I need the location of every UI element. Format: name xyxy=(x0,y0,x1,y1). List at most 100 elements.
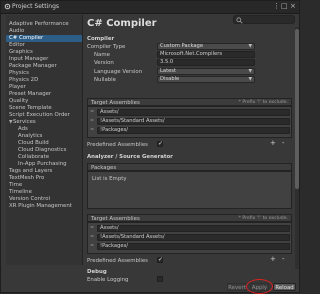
sidebar-item-label: In-App Purchasing xyxy=(18,161,67,167)
language-version-dropdown[interactable]: Latest ▼ xyxy=(157,68,255,75)
sidebar-item-label: Timeline xyxy=(9,189,32,195)
sidebar-item-label: Audio xyxy=(9,28,25,34)
sidebar-item-version-control[interactable]: Version Control xyxy=(6,196,82,203)
debug-section-header: Debug xyxy=(87,269,107,275)
sidebar-item-label: Time xyxy=(9,182,23,188)
sidebar-item-physics[interactable]: Physics xyxy=(6,70,82,77)
reload-button[interactable]: Reload xyxy=(273,283,296,291)
sidebar-item-label: C# Compiler xyxy=(9,35,44,41)
drag-handle-icon[interactable]: = xyxy=(90,243,94,249)
predefined-assemblies-label: Predefined Assemblies xyxy=(87,142,148,148)
target-assemblies-list: = Assets/ = !Assets/Standard Assets/ = !… xyxy=(87,106,292,138)
sidebar-item-collaborate[interactable]: Collaborate xyxy=(6,154,82,161)
drag-handle-icon[interactable]: = xyxy=(90,127,94,133)
enable-logging-checkbox[interactable] xyxy=(157,276,163,282)
sidebar-item-services[interactable]: ▼Services xyxy=(6,119,82,126)
sidebar-item-quality[interactable]: Quality xyxy=(6,98,82,105)
enable-logging-label: Enable Logging xyxy=(87,277,129,283)
chevron-down-icon: ▼ xyxy=(248,44,252,49)
exclude-hint: * Prefix '!' to exclude. xyxy=(238,216,288,221)
analyzer-target-assemblies-list: = Assets/ = !Assets/Standard Assets/ = !… xyxy=(87,222,292,254)
sidebar-item-label: Preset Manager xyxy=(9,91,52,97)
sidebar-item-tags-and-layers[interactable]: Tags and Layers xyxy=(6,168,82,175)
revert-button[interactable]: Revert xyxy=(227,283,247,291)
target-assembly-field[interactable]: Assets/ xyxy=(97,109,290,116)
sidebar-item-preset-manager[interactable]: Preset Manager xyxy=(6,91,82,98)
sidebar-item-label: Cloud Build xyxy=(18,140,49,146)
sidebar-item-label: Quality xyxy=(9,98,29,104)
sidebar-item-label: Scene Template xyxy=(9,105,52,111)
sidebar-item-label: Adaptive Performance xyxy=(9,21,69,27)
sidebar-item-textmesh-pro[interactable]: TextMesh Pro xyxy=(6,175,82,182)
chevron-down-icon: ▼ xyxy=(248,69,252,74)
close-icon[interactable]: × xyxy=(290,2,296,11)
sidebar-item-label: Package Manager xyxy=(9,63,57,69)
sidebar-item-csharp-compiler[interactable]: C# Compiler xyxy=(6,35,82,42)
target-assembly-field[interactable]: !Assets/Standard Assets/ xyxy=(97,118,290,125)
package-version-input[interactable]: 3.5.0 xyxy=(157,59,255,66)
sidebar-item-physics-2d[interactable]: Physics 2D xyxy=(6,77,82,84)
drag-handle-icon[interactable]: = xyxy=(90,225,94,231)
sidebar-item-player[interactable]: Player xyxy=(6,84,82,91)
sidebar-item-cloud-diagnostics[interactable]: Cloud Diagnostics xyxy=(6,147,82,154)
sidebar-item-label: Version Control xyxy=(9,196,51,202)
sidebar-item-label: Input Manager xyxy=(9,56,49,62)
sidebar-item-editor[interactable]: Editor xyxy=(6,42,82,49)
target-assembly-field[interactable]: !Packages/ xyxy=(97,127,290,134)
name-label: Name xyxy=(94,52,110,58)
chevron-down-icon: ▼ xyxy=(248,77,252,82)
compiler-type-label: Compiler Type xyxy=(87,44,126,50)
list-empty-text: List is Empty xyxy=(92,176,127,182)
sidebar-item-label: Physics 2D xyxy=(9,77,39,83)
target-assembly-field[interactable]: !Packages/ xyxy=(97,243,290,250)
drag-handle-icon[interactable]: = xyxy=(90,118,94,124)
remove-assembly-button[interactable]: - xyxy=(282,255,285,263)
nullable-dropdown[interactable]: Disable ▼ xyxy=(157,76,255,83)
sidebar-item-scene-template[interactable]: Scene Template xyxy=(6,105,82,112)
package-name-input[interactable]: Microsoft.Net.Compilers xyxy=(157,51,255,58)
target-assembly-field[interactable]: !Assets/Standard Assets/ xyxy=(97,234,290,241)
sidebar-item-analytics[interactable]: Analytics xyxy=(6,133,82,140)
maximize-icon[interactable]: □ xyxy=(281,2,288,11)
target-assemblies-header: Target Assemblies * Prefix '!' to exclud… xyxy=(87,98,292,106)
project-settings-window: Project Settings ⋮ □ × Adaptive Performa… xyxy=(0,0,300,294)
sidebar-item-label: Graphics xyxy=(9,49,33,55)
sidebar-item-audio[interactable]: Audio xyxy=(6,28,82,35)
sidebar-item-graphics[interactable]: Graphics xyxy=(6,49,82,56)
add-assembly-button[interactable]: + xyxy=(270,139,276,147)
sidebar-item-in-app-purchasing[interactable]: In-App Purchasing xyxy=(6,161,82,168)
analyzer-predefined-assemblies-checkbox[interactable]: ✓ xyxy=(157,256,164,263)
compiler-type-dropdown[interactable]: Custom Package ▼ xyxy=(157,43,255,50)
analyzer-section-header: Analyzer / Source Generator xyxy=(87,154,173,160)
nullable-label: Nullable xyxy=(94,77,116,83)
exclude-hint: * Prefix '!' to exclude. xyxy=(238,100,288,105)
sidebar-item-label: Player xyxy=(9,84,26,90)
sidebar-item-time[interactable]: Time xyxy=(6,182,82,189)
main-scrollbar[interactable] xyxy=(295,27,299,269)
sidebar-item-cloud-build[interactable]: Cloud Build xyxy=(6,140,82,147)
nullable-value: Disable xyxy=(160,76,180,82)
gear-icon xyxy=(4,3,11,10)
predefined-assemblies-checkbox[interactable]: ✓ xyxy=(157,140,163,147)
sidebar-item-ads[interactable]: Ads xyxy=(6,126,82,133)
page-title: C# Compiler xyxy=(87,18,157,29)
settings-main-panel: C# Compiler Compiler Compiler Type Custo… xyxy=(84,15,297,277)
sidebar-item-label: XR Plugin Management xyxy=(9,203,72,209)
sidebar-item-script-execution-order[interactable]: Script Execution Order xyxy=(6,112,82,119)
scrollbar-thumb[interactable] xyxy=(295,29,299,189)
sidebar-item-input-manager[interactable]: Input Manager xyxy=(6,56,82,63)
sidebar-item-package-manager[interactable]: Package Manager xyxy=(6,63,82,70)
sidebar-item-xr-plugin-management[interactable]: XR Plugin Management xyxy=(6,203,82,210)
sidebar-item-label: Physics xyxy=(9,70,29,76)
sidebar-item-adaptive-performance[interactable]: Adaptive Performance xyxy=(6,21,82,28)
drag-handle-icon[interactable]: = xyxy=(90,234,94,240)
predefined-assemblies-label: Predefined Assemblies xyxy=(87,258,148,264)
target-assembly-field[interactable]: Assets/ xyxy=(97,225,290,232)
checkmark-icon: ✓ xyxy=(158,256,164,263)
remove-assembly-button[interactable]: - xyxy=(282,139,285,147)
add-assembly-button[interactable]: + xyxy=(270,255,276,263)
window-menu-icon[interactable]: ⋮ xyxy=(273,2,280,11)
sidebar-item-timeline[interactable]: Timeline xyxy=(6,189,82,196)
drag-handle-icon[interactable]: = xyxy=(90,109,94,115)
sidebar-item-label: Ads xyxy=(18,126,28,132)
